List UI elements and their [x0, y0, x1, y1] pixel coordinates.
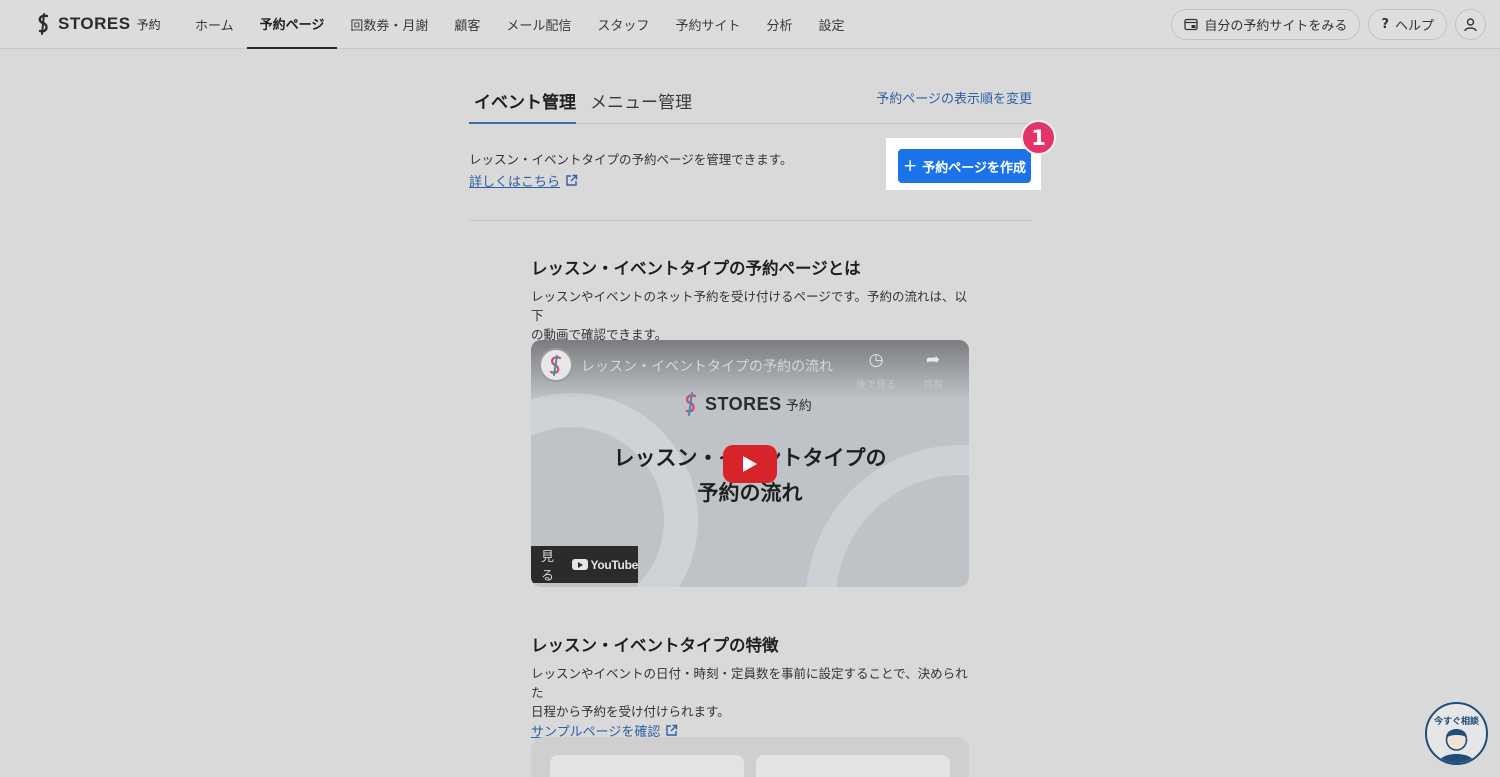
section-features-title: レッスン・イベントタイプの特徴 — [531, 636, 779, 655]
section-features-line-1: レッスンやイベントの日付・時刻・定員数を事前に設定することで、決められた — [531, 666, 968, 700]
support-avatar-icon — [1439, 729, 1474, 763]
clock-icon: ◷ — [868, 350, 884, 370]
watch-on-youtube[interactable]: 見る YouTube — [531, 546, 639, 584]
section-about-line-1: レッスンやイベントのネット予約を受け付けるページです。予約の流れは、以下 — [531, 289, 968, 323]
play-icon — [743, 456, 757, 472]
video-player[interactable]: レッスン・イベントタイプの予約の流れ ◷ 後で見る ➦ 共有 STORES 予約… — [531, 340, 969, 587]
nav-reservation-site[interactable]: 予約サイト — [662, 0, 753, 49]
create-page-button[interactable]: + 予約ページを作成 — [898, 149, 1031, 183]
logo-subtext: 予約 — [136, 17, 161, 32]
video-logo-subtext: 予約 — [785, 398, 812, 414]
share-label: 共有 — [923, 380, 943, 391]
external-link-icon — [666, 724, 678, 736]
question-icon: ? — [1381, 16, 1389, 32]
nav-mail[interactable]: メール配信 — [493, 0, 584, 49]
section-features-line-2: 日程から予約を受け付けられます。 — [531, 704, 730, 719]
nav-staff[interactable]: スタッフ — [584, 0, 662, 49]
section-about-title: レッスン・イベントタイプの予約ページとは — [531, 259, 861, 278]
section-about: レッスン・イベントタイプの予約ページとは レッスンやイベントのネット予約を受け付… — [531, 255, 969, 344]
logo-text: STORES — [58, 14, 131, 33]
nav-analytics[interactable]: 分析 — [753, 0, 805, 49]
youtube-icon — [571, 559, 588, 570]
video-title[interactable]: レッスン・イベントタイプの予約の流れ — [581, 356, 833, 376]
reorder-link[interactable]: 予約ページの表示順を変更 — [876, 88, 1032, 107]
sample-preview-card — [531, 737, 969, 777]
account-button[interactable] — [1455, 8, 1486, 40]
sample-preview-left — [550, 755, 744, 777]
header-actions: 自分の予約サイトをみる ? ヘルプ — [1171, 8, 1486, 40]
top-header: STORES 予約 ホーム 予約ページ 回数券・月謝 顧客 メール配信 スタッフ… — [0, 0, 1500, 49]
section-divider — [469, 220, 1032, 221]
video-logo-icon — [685, 392, 697, 416]
play-button[interactable] — [723, 445, 777, 483]
external-link-icon — [566, 174, 578, 186]
chat-support-button[interactable]: 今すぐ相談 — [1425, 702, 1488, 765]
share-button[interactable]: ➦ 共有 — [908, 350, 958, 391]
help-label: ヘルプ — [1394, 18, 1434, 34]
watch-later-button[interactable]: ◷ 後で見る — [851, 350, 901, 391]
nav-customers[interactable]: 顧客 — [441, 0, 493, 49]
stores-logo[interactable]: STORES 予約 — [34, 12, 161, 36]
detail-link-label: 詳しくはこちら — [469, 175, 561, 190]
youtube-logo: YouTube — [571, 557, 639, 572]
channel-avatar[interactable] — [539, 348, 573, 382]
watch-later-label: 後で見る — [856, 380, 896, 391]
plus-icon: + — [903, 156, 918, 176]
main-nav: ホーム 予約ページ 回数券・月謝 顧客 メール配信 スタッフ 予約サイト 分析 … — [182, 0, 857, 49]
tab-event-management[interactable]: イベント管理 — [469, 88, 576, 124]
watch-label: 見る — [541, 549, 555, 584]
browser-icon — [1184, 18, 1199, 30]
user-icon — [1464, 17, 1477, 31]
detail-link[interactable]: 詳しくはこちら — [469, 171, 578, 190]
video-logo: STORES 予約 — [681, 392, 812, 416]
create-page-label: 予約ページを作成 — [922, 160, 1026, 176]
video-logo-text: STORES — [705, 393, 782, 414]
section-features: レッスン・イベントタイプの特徴 レッスンやイベントの日付・時刻・定員数を事前に設… — [531, 632, 969, 740]
sample-preview-right — [756, 755, 950, 777]
nav-home[interactable]: ホーム — [182, 0, 247, 49]
section-features-body: レッスンやイベントの日付・時刻・定員数を事前に設定することで、決められた 日程か… — [531, 664, 969, 721]
tab-menu-management[interactable]: メニュー管理 — [590, 88, 692, 124]
view-site-button[interactable]: 自分の予約サイトをみる — [1171, 8, 1361, 40]
view-site-label: 自分の予約サイトをみる — [1204, 18, 1348, 34]
nav-tickets[interactable]: 回数券・月謝 — [337, 0, 441, 49]
page-description: レッスン・イベントタイプの予約ページを管理できます。 — [469, 152, 793, 167]
channel-logo-icon — [549, 355, 562, 376]
step-badge: 1 — [1021, 120, 1056, 155]
help-button[interactable]: ? ヘルプ — [1368, 8, 1447, 40]
section-about-body: レッスンやイベントのネット予約を受け付けるページです。予約の流れは、以下 の動画… — [531, 287, 969, 344]
nav-reservation-pages[interactable]: 予約ページ — [246, 0, 338, 49]
youtube-label: YouTube — [590, 557, 639, 572]
nav-settings[interactable]: 設定 — [805, 0, 857, 49]
share-icon: ➦ — [925, 350, 941, 370]
stores-logo-icon — [38, 13, 49, 35]
